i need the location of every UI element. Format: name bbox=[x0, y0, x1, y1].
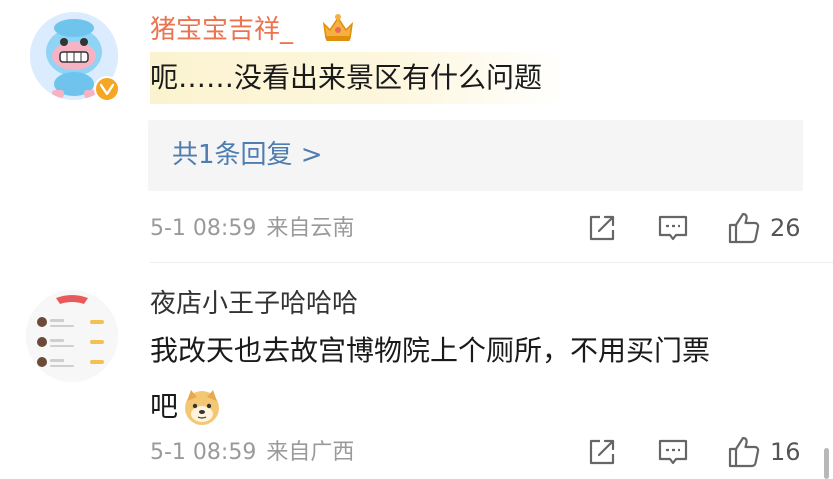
comment-text-line2: 吧 bbox=[150, 390, 179, 423]
comment-item: 夜店小王子哈哈哈 我改天也去故宫博物院上个厕所，不用买门票 吧 5-1 08:5… bbox=[0, 263, 833, 479]
like-count: 16 bbox=[770, 438, 801, 466]
location: 来自云南 bbox=[266, 216, 355, 241]
like-count: 26 bbox=[770, 214, 801, 242]
verified-badge-icon bbox=[94, 76, 120, 102]
doge-emoji bbox=[182, 387, 222, 427]
like-button[interactable]: 26 bbox=[726, 210, 801, 246]
username[interactable]: 猪宝宝吉祥_ bbox=[150, 14, 293, 46]
share-icon bbox=[589, 439, 615, 465]
comment-button[interactable] bbox=[655, 210, 691, 246]
scrollbar[interactable] bbox=[824, 448, 829, 479]
comment-text-continued: 吧 bbox=[150, 381, 222, 433]
location: 来自广西 bbox=[266, 440, 355, 465]
username[interactable]: 夜店小王子哈哈哈 bbox=[150, 288, 358, 320]
view-replies-button[interactable]: 共1条回复 > bbox=[148, 120, 803, 191]
comment-meta: 5-1 08:59 来自云南 bbox=[150, 214, 354, 244]
comment-text: 我改天也去故宫博物院上个厕所，不用买门票 bbox=[150, 334, 711, 367]
timestamp: 5-1 08:59 bbox=[150, 216, 257, 241]
share-icon bbox=[589, 215, 615, 241]
like-button[interactable]: 16 bbox=[726, 434, 801, 470]
comment-meta: 5-1 08:59 来自广西 bbox=[150, 438, 354, 468]
thumbs-up-icon bbox=[728, 212, 760, 244]
avatar[interactable] bbox=[26, 290, 118, 382]
share-button[interactable] bbox=[584, 210, 620, 246]
share-button[interactable] bbox=[584, 434, 620, 470]
comment-item: 猪宝宝吉祥_ 呃……没看出来景区有什么问题 共1条回复 > 5-1 08:59 来… bbox=[0, 0, 833, 262]
crown-icon[interactable] bbox=[320, 12, 356, 44]
timestamp: 5-1 08:59 bbox=[150, 440, 257, 465]
comment-text: 呃……没看出来景区有什么问题 bbox=[150, 52, 569, 104]
comment-icon bbox=[658, 439, 688, 465]
replies-label: 共1条回复 > bbox=[172, 140, 323, 170]
comment-button[interactable] bbox=[655, 434, 691, 470]
comment-icon bbox=[658, 215, 688, 241]
thumbs-up-icon bbox=[728, 436, 760, 468]
